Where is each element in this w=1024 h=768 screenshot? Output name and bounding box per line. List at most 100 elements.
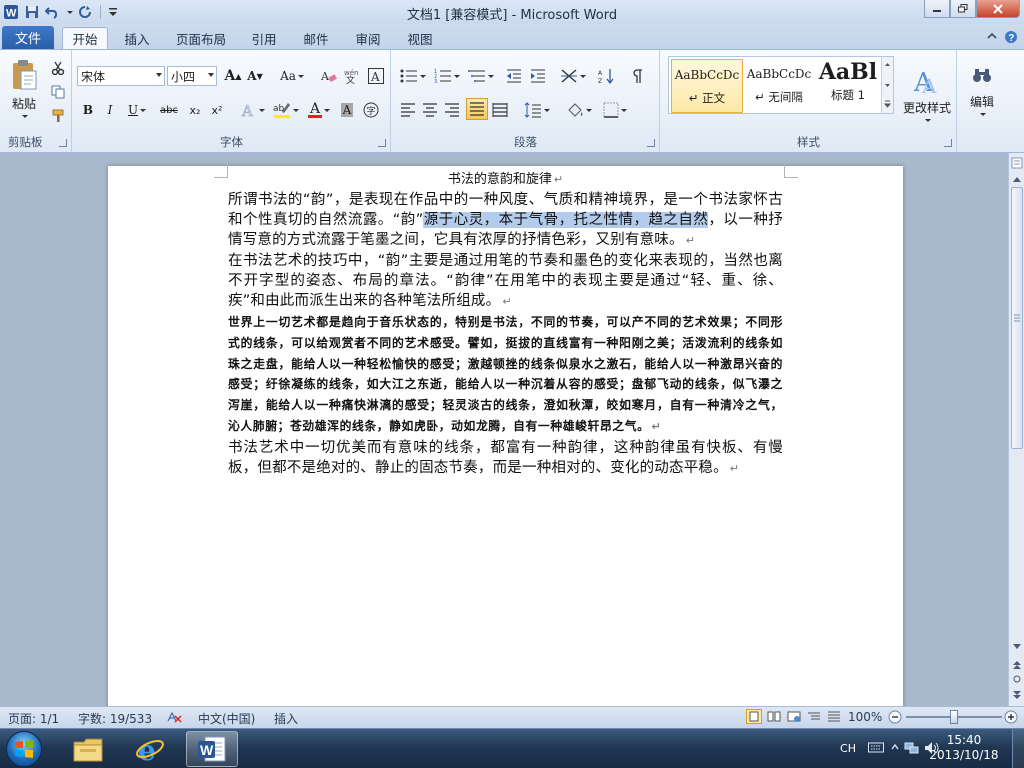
clipboard-launcher-icon[interactable] [59, 139, 67, 147]
next-page-icon[interactable] [1010, 687, 1024, 703]
borders-button[interactable] [600, 100, 630, 120]
tab-mailings[interactable]: 邮件 [294, 27, 338, 49]
keyboard-icon[interactable] [868, 740, 884, 757]
zoom-out-icon[interactable] [888, 710, 902, 727]
selected-text[interactable]: 源于心灵，本于气骨，托之性情，趋之自然 [423, 212, 709, 228]
font-name-combo[interactable]: 宋体 [77, 66, 165, 86]
page-count[interactable]: 页面: 1/1 [8, 710, 59, 727]
scroll-down-icon[interactable] [1010, 639, 1024, 655]
line-spacing-button[interactable] [522, 100, 552, 120]
char-shading-button[interactable]: A [337, 100, 357, 120]
format-painter-button[interactable] [48, 106, 68, 126]
restore-button[interactable] [950, 0, 976, 18]
network-icon[interactable] [904, 741, 920, 758]
superscript-button[interactable]: x² [207, 100, 227, 120]
minimize-button[interactable] [924, 0, 950, 18]
outline-view-icon[interactable] [806, 709, 822, 724]
highlight-button[interactable]: ab [271, 100, 301, 120]
tab-page-layout[interactable]: 页面布局 [168, 27, 234, 49]
editing-button[interactable]: 编辑 [964, 58, 1000, 124]
shrink-font-button[interactable]: A ▼ [245, 66, 265, 86]
show-marks-button[interactable] [628, 66, 648, 86]
grow-font-button[interactable]: A ▲ [223, 66, 243, 86]
sort-button[interactable]: AZ [596, 66, 618, 86]
align-right-button[interactable] [442, 100, 462, 120]
clock[interactable]: 15:40 2013/10/18 [924, 733, 1004, 763]
asian-layout-button[interactable] [558, 66, 588, 86]
tab-file[interactable]: 文件 [2, 26, 54, 49]
align-left-button[interactable] [398, 100, 418, 120]
paste-button[interactable]: 粘贴 [4, 54, 44, 122]
taskbar-internet-explorer[interactable]: e [124, 731, 176, 767]
taskbar-explorer[interactable] [62, 731, 114, 767]
tab-insert[interactable]: 插入 [114, 27, 160, 49]
show-desktop-button[interactable] [1012, 729, 1024, 768]
minimize-ribbon-icon[interactable] [986, 30, 998, 47]
justify-button[interactable] [466, 98, 488, 120]
scroll-up-icon[interactable] [1010, 171, 1024, 187]
proofing-icon[interactable] [166, 710, 182, 727]
tray-expand-icon[interactable] [890, 740, 900, 757]
save-icon[interactable] [23, 3, 41, 21]
distributed-button[interactable] [490, 100, 510, 120]
tab-references[interactable]: 引用 [242, 27, 286, 49]
style-normal[interactable]: AaBbCcDc ↵ 正文 [671, 59, 743, 113]
help-icon[interactable]: ? [1004, 30, 1018, 47]
word-count[interactable]: 字数: 19/533 [78, 710, 152, 727]
copy-button[interactable] [48, 82, 68, 102]
increase-indent-button[interactable] [528, 66, 548, 86]
font-launcher-icon[interactable] [378, 139, 386, 147]
clear-formatting-button[interactable]: A [319, 66, 339, 86]
bold-button[interactable]: B [79, 100, 97, 120]
italic-button[interactable]: I [101, 100, 119, 120]
tab-home[interactable]: 开始 [62, 27, 108, 49]
shading-button[interactable] [564, 100, 594, 120]
phonetic-guide-button[interactable]: wén 文 [343, 66, 363, 86]
bullets-button[interactable] [398, 66, 428, 86]
undo-icon[interactable] [44, 3, 62, 21]
tab-view[interactable]: 视图 [398, 27, 442, 49]
zoom-in-icon[interactable] [1004, 710, 1018, 727]
enclose-chars-button[interactable]: 字 [361, 100, 381, 120]
web-layout-icon[interactable] [786, 709, 802, 724]
char-border-button[interactable]: A [367, 66, 385, 86]
tab-review[interactable]: 审阅 [346, 27, 390, 49]
align-center-button[interactable] [420, 100, 440, 120]
undo-dropdown-icon[interactable] [65, 3, 73, 21]
text-effects-button[interactable]: A [239, 100, 267, 120]
zoom-slider-thumb[interactable] [950, 710, 958, 724]
print-layout-icon[interactable] [746, 709, 762, 724]
numbering-button[interactable]: 123 [432, 66, 462, 86]
zoom-level[interactable]: 100% [848, 710, 882, 724]
styles-launcher-icon[interactable] [944, 139, 952, 147]
multilevel-list-button[interactable] [466, 66, 496, 86]
insert-mode[interactable]: 插入 [274, 710, 298, 727]
font-size-combo[interactable]: 小四 [167, 66, 217, 86]
language-indicator[interactable]: 中文(中国) [198, 710, 255, 727]
underline-button[interactable]: U [123, 100, 151, 120]
customize-qat-icon[interactable] [104, 3, 122, 21]
subscript-button[interactable]: x₂ [185, 100, 205, 120]
styles-gallery-scroll[interactable] [881, 57, 893, 113]
start-button[interactable] [6, 731, 42, 767]
close-button[interactable] [976, 0, 1020, 18]
document-page[interactable]: 书法的意韵和旋律 ↵ 所谓书法的“韵”，是表现在作品中的一种风度、气质和精神境界，… [108, 164, 903, 706]
style-no-spacing[interactable]: AaBbCcDc ↵ 无间隔 [743, 59, 815, 113]
style-heading-1[interactable]: AaBl 标题 1 [815, 59, 881, 113]
full-screen-reading-icon[interactable] [766, 709, 782, 724]
redo-icon[interactable] [76, 3, 94, 21]
paragraph-launcher-icon[interactable] [647, 139, 655, 147]
vertical-scrollbar[interactable] [1008, 153, 1024, 706]
ruler-toggle-icon[interactable] [1010, 155, 1024, 171]
document-body[interactable]: 书法的意韵和旋律 ↵ 所谓书法的“韵”，是表现在作品中的一种风度、气质和精神境界，… [228, 170, 783, 479]
font-color-button[interactable]: A [305, 100, 333, 120]
strikethrough-button[interactable]: abc [157, 100, 181, 120]
draft-view-icon[interactable] [826, 709, 842, 724]
change-case-button[interactable]: Aa [277, 66, 307, 86]
word-logo-icon[interactable]: W [2, 3, 20, 21]
input-language[interactable]: CH [840, 742, 856, 755]
select-browse-object-icon[interactable] [1010, 671, 1024, 687]
decrease-indent-button[interactable] [504, 66, 524, 86]
cut-button[interactable] [48, 58, 68, 78]
scrollbar-thumb[interactable] [1011, 187, 1023, 449]
